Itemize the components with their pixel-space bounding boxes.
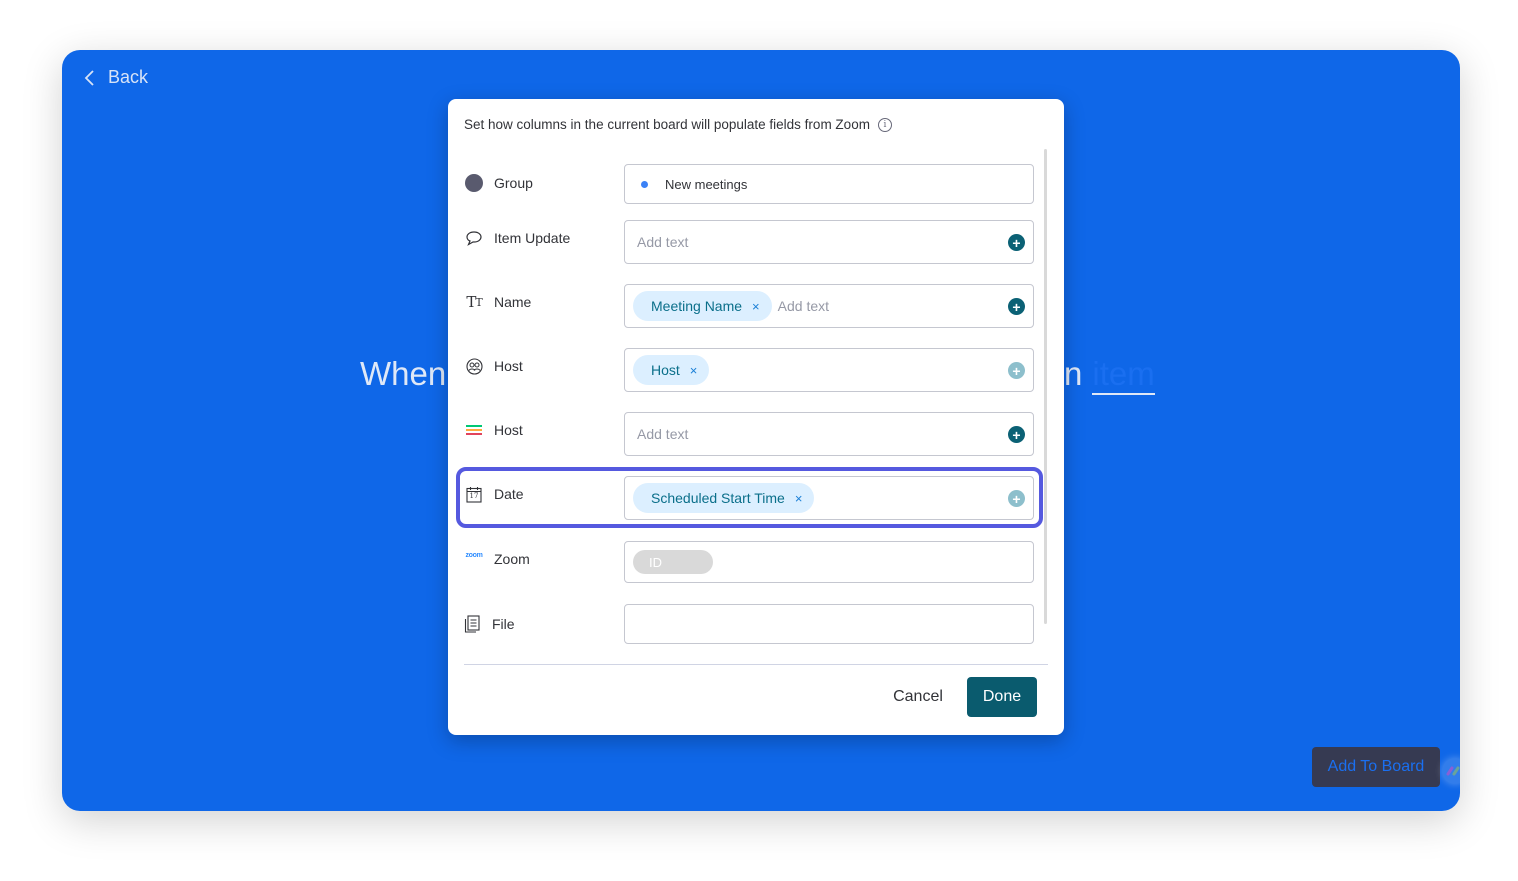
add-field-button[interactable]: + xyxy=(1008,298,1025,315)
zoom-id-input[interactable]: ID xyxy=(624,541,1034,583)
add-field-button[interactable]: + xyxy=(1008,426,1025,443)
field-row-item-update: Item Update Add text + xyxy=(464,220,1034,264)
id-token: ID xyxy=(633,550,713,574)
item-update-input[interactable]: Add text + xyxy=(624,220,1034,264)
add-to-board-button[interactable]: Add To Board xyxy=(1312,747,1440,787)
chip-label: Scheduled Start Time xyxy=(651,490,785,506)
chip-label: Host xyxy=(651,362,680,378)
status-lines-icon xyxy=(464,420,484,440)
remove-chip-icon[interactable]: × xyxy=(690,363,698,378)
file-icon xyxy=(464,614,480,634)
host-people-input[interactable]: Host × + xyxy=(624,348,1034,392)
calendar-icon: 17 xyxy=(464,484,484,504)
people-icon xyxy=(464,356,484,376)
date-input[interactable]: Scheduled Start Time × + xyxy=(624,476,1034,520)
field-row-group: Group New meetings xyxy=(464,162,1034,206)
field-label: Item Update xyxy=(494,230,571,246)
name-input[interactable]: Meeting Name × Add text + xyxy=(624,284,1034,328)
field-row-host-status: Host Add text + xyxy=(464,412,1034,456)
speech-bubble-icon xyxy=(464,228,484,248)
group-dot-icon xyxy=(464,173,484,193)
text-type-icon: TT xyxy=(466,293,482,311)
dialog-description: Set how columns in the current board wil… xyxy=(464,117,892,132)
cancel-button[interactable]: Cancel xyxy=(880,677,956,717)
footer-divider xyxy=(464,664,1048,665)
field-label: Zoom xyxy=(494,551,530,567)
recipe-sentence-start: When xyxy=(360,355,447,392)
group-value: New meetings xyxy=(665,176,748,192)
zoom-logo-icon: zoom xyxy=(464,549,484,569)
field-label: Group xyxy=(494,175,533,191)
field-label: File xyxy=(492,616,515,632)
add-field-button[interactable]: + xyxy=(1008,362,1025,379)
group-select[interactable]: New meetings xyxy=(624,164,1034,204)
add-field-button[interactable]: + xyxy=(1008,490,1025,507)
scrollbar[interactable] xyxy=(1044,149,1047,624)
add-field-button[interactable]: + xyxy=(1008,234,1025,251)
remove-chip-icon[interactable]: × xyxy=(795,491,803,506)
token-chip: Host × xyxy=(633,355,710,385)
back-label: Back xyxy=(108,67,149,87)
remove-chip-icon[interactable]: × xyxy=(752,299,760,314)
field-row-host-people: Host Host × + xyxy=(464,348,1034,392)
item-link[interactable]: item xyxy=(1092,355,1155,395)
calendar-day: 17 xyxy=(469,492,479,500)
zoom-logo-text: zoom xyxy=(465,552,483,559)
file-input[interactable] xyxy=(624,604,1034,644)
field-label: Host xyxy=(494,358,523,374)
chip-label: Meeting Name xyxy=(651,298,743,314)
column-mapping-dialog: Set how columns in the current board wil… xyxy=(448,99,1064,735)
recipe-sentence-end: n item xyxy=(1064,355,1155,395)
field-label: Name xyxy=(494,294,532,310)
host-status-input[interactable]: Add text + xyxy=(624,412,1034,456)
field-label: Host xyxy=(494,422,523,438)
recipe-sentence-fragment: n xyxy=(1064,355,1083,392)
done-button[interactable]: Done xyxy=(967,677,1037,717)
monday-logo-icon xyxy=(1442,758,1460,784)
placeholder-text: Add text xyxy=(637,234,689,250)
chevron-left-icon xyxy=(84,69,94,86)
field-row-name: TT Name Meeting Name × Add text + xyxy=(464,284,1034,328)
back-button[interactable]: Back xyxy=(82,67,148,88)
info-icon[interactable]: i xyxy=(877,117,892,132)
placeholder-text: Add text xyxy=(777,298,830,314)
group-color-dot xyxy=(641,180,648,188)
field-row-file: File xyxy=(464,602,1034,646)
placeholder-text: Add text xyxy=(637,426,689,442)
field-label: Date xyxy=(494,486,524,502)
field-row-date: 17 Date Scheduled Start Time × + xyxy=(464,476,1034,520)
token-chip: Scheduled Start Time × xyxy=(633,483,815,513)
description-text: Set how columns in the current board wil… xyxy=(464,117,870,132)
token-chip: Meeting Name × xyxy=(633,291,772,321)
field-row-zoom: zoom Zoom ID xyxy=(464,540,1034,584)
